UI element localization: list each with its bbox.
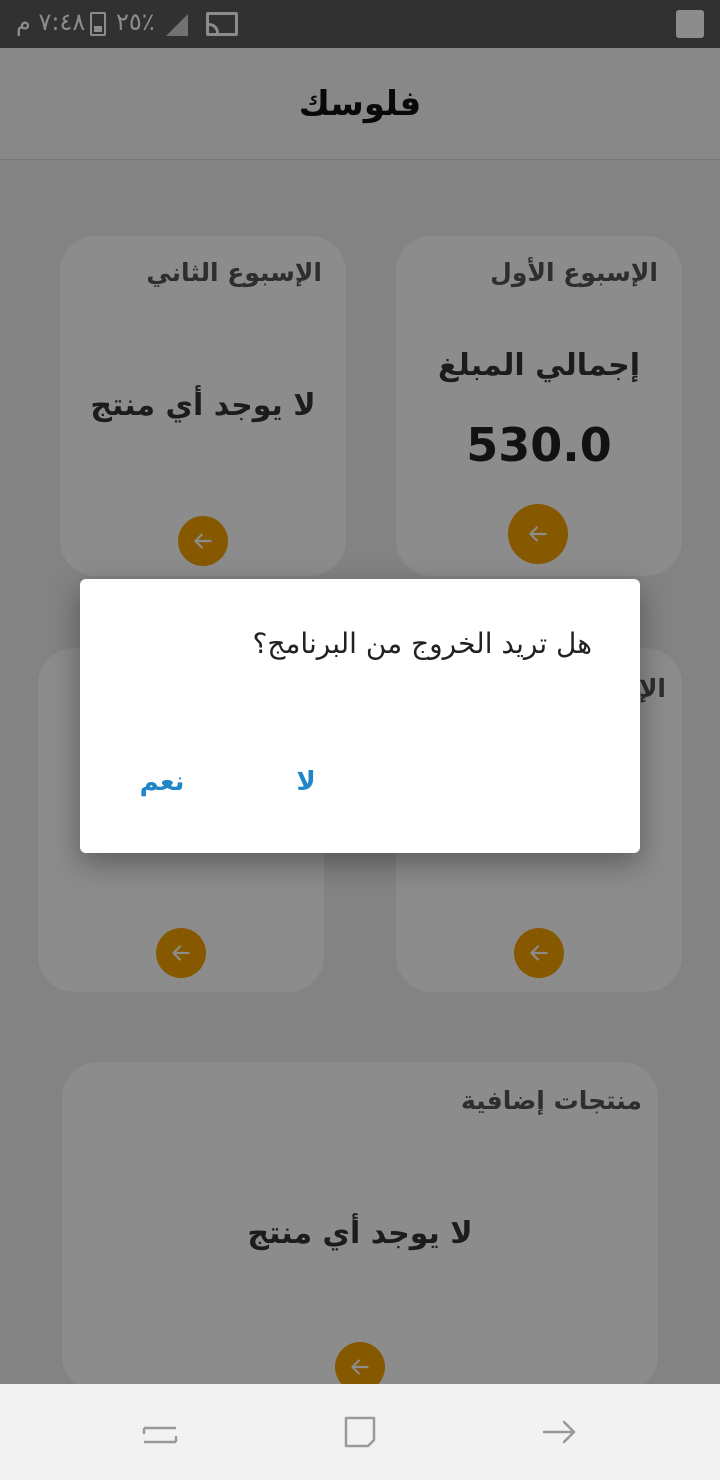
back-icon[interactable]	[140, 1412, 180, 1452]
yes-button[interactable]: نعم	[132, 767, 192, 797]
recents-icon[interactable]	[540, 1412, 580, 1452]
no-button[interactable]: لا	[286, 767, 326, 797]
home-icon[interactable]	[340, 1412, 380, 1452]
dialog-message: هل تريد الخروج من البرنامج؟	[252, 627, 592, 660]
system-nav-bar	[0, 1384, 720, 1480]
exit-dialog: هل تريد الخروج من البرنامج؟ لا نعم	[80, 579, 640, 853]
